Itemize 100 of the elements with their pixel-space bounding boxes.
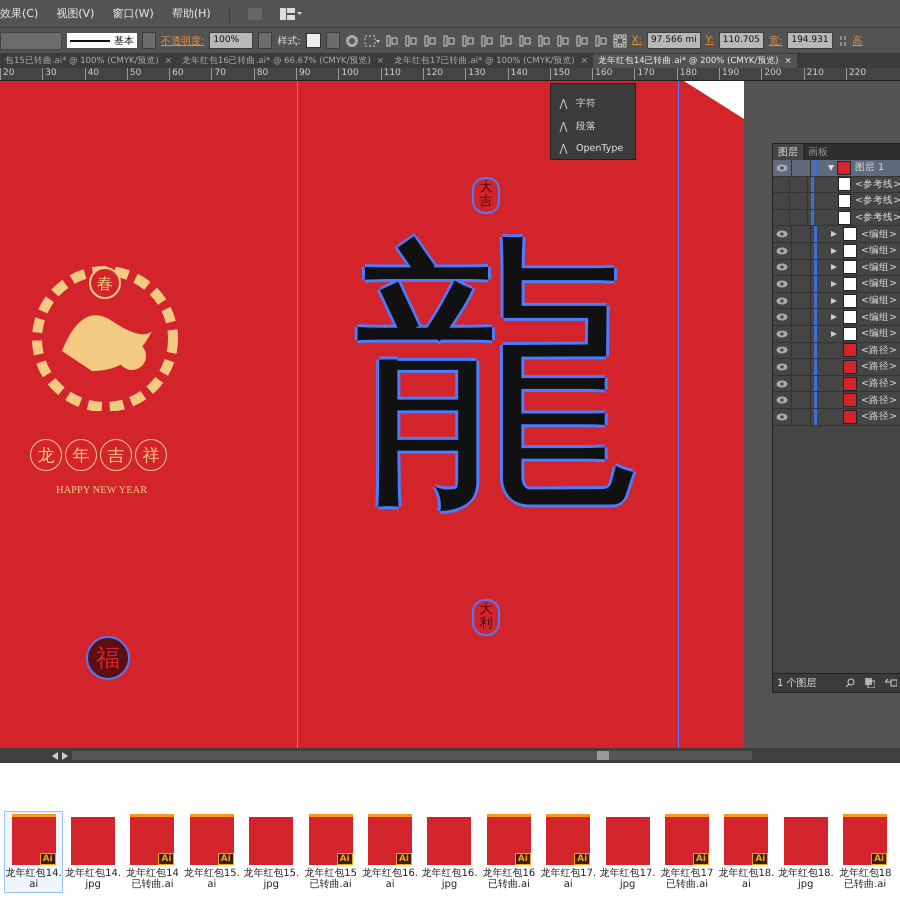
eye-icon[interactable] [776,230,788,238]
scrollbar-thumb[interactable] [597,751,609,760]
width-field[interactable]: 194.931 [787,32,833,49]
close-icon[interactable]: × [580,56,588,66]
layer-row[interactable]: <路径> [773,408,900,426]
collapsed-arrow-icon[interactable] [831,330,837,337]
layer-row[interactable]: <路径> [773,359,900,376]
file-item[interactable]: Ai 龙年红包17.ai [538,811,598,893]
style-swatch[interactable] [306,33,321,48]
scroll-right-icon[interactable] [62,752,68,760]
layer-row[interactable]: <路径> [773,342,900,360]
align-icon[interactable] [384,34,399,48]
workspace-layout-icon[interactable] [280,8,302,20]
document-tab[interactable]: 龙年红包14已转曲.ai* @ 200% (CMYK/预览) × [592,54,797,68]
seal-text: 大吉 [472,177,500,214]
x-field[interactable]: 97.566 mi [646,32,701,49]
file-item[interactable]: Ai 龙年红包14.ai [4,811,64,893]
layer-row[interactable]: <编组> [773,242,900,260]
align-icon[interactable] [518,34,532,48]
align-icon[interactable] [422,34,437,48]
file-item[interactable]: Ai 龙年红包16已转曲.ai [479,811,539,893]
align-icon[interactable] [556,34,570,48]
close-icon[interactable]: × [376,56,384,66]
file-item[interactable]: 龙年红包18.jpg [776,811,836,893]
menu-item[interactable]: 效果(C) [0,6,38,21]
file-item[interactable]: Ai 龙年红包14已转曲.ai [122,811,182,893]
align-icon[interactable] [594,34,608,48]
collapsed-arrow-icon[interactable] [831,280,837,287]
eye-icon[interactable] [776,246,788,255]
new-layer-icon[interactable] [865,678,875,688]
layer-row[interactable]: <参考线> [773,210,900,226]
layer-row[interactable]: <路径> [773,376,900,392]
ruler-label: 150 [550,68,592,80]
layer-row[interactable]: <编组> [773,260,900,276]
file-item[interactable]: 龙年红包15.jpg [242,811,301,893]
eye-icon[interactable] [776,313,788,322]
layer-row[interactable]: <编组> [773,292,900,310]
eye-icon[interactable] [776,280,788,288]
eye-icon[interactable] [776,164,788,172]
y-field[interactable]: 110.705 [718,32,764,49]
layer-row[interactable]: <路径> [773,392,900,409]
layer-row[interactable]: 图层 1 [773,160,900,177]
close-icon[interactable]: × [164,56,172,66]
file-item[interactable]: 龙年红包14.jpg [63,811,123,893]
menu-item[interactable]: 视图(V) [56,6,94,21]
panel-tab[interactable]: 图层 [773,144,803,160]
opacity-field[interactable]: 100% [209,32,254,49]
globe-icon[interactable] [344,34,359,48]
collapsed-arrow-icon[interactable] [831,264,837,270]
corner-cut [684,81,744,119]
file-item[interactable]: Ai 龙年红包18.ai [716,811,776,893]
eye-icon[interactable] [776,330,788,338]
align-icon[interactable] [404,34,418,48]
collapsed-arrow-icon[interactable] [831,231,837,238]
align-icon[interactable] [498,34,513,48]
eye-icon[interactable] [776,396,788,404]
reference-point-icon[interactable] [612,34,627,48]
fill-swatch[interactable] [0,32,62,50]
stroke-style-field[interactable]: 基本 [67,33,137,48]
layer-row[interactable]: <编组> [773,276,900,293]
menu-item[interactable]: 帮助(H) [172,6,211,21]
close-icon[interactable]: × [784,56,792,66]
align-icon[interactable] [536,34,551,48]
search-icon[interactable] [845,678,855,688]
layer-row[interactable]: <编组> [773,326,900,343]
file-item[interactable]: Ai 龙年红包16.ai [360,811,420,893]
eye-icon[interactable] [776,362,788,371]
collapsed-arrow-icon[interactable] [831,314,837,320]
align-icon[interactable] [574,34,589,48]
eye-icon[interactable] [776,346,788,354]
file-item[interactable]: Ai 龙年红包15已转曲.ai [300,811,360,893]
eye-icon[interactable] [776,263,788,272]
expanded-arrow-icon[interactable] [828,164,834,171]
align-icon[interactable] [480,34,494,48]
file-item[interactable]: Ai 龙年红包15.ai [182,811,242,893]
menu-item[interactable]: 窗口(W) [112,6,154,21]
layer-row[interactable]: <参考线> [773,193,900,210]
collapsed-arrow-icon[interactable] [831,298,837,304]
link-icon[interactable] [838,34,848,48]
layer-row[interactable]: <参考线> [773,176,900,194]
layer-row[interactable]: <编组> [773,226,900,243]
panel-menu-item[interactable]: 段落 [551,115,635,138]
align-icon[interactable] [460,34,475,48]
eye-icon[interactable] [776,296,788,305]
file-item[interactable]: 龙年红包16.jpg [420,811,480,893]
scroll-left-icon[interactable] [52,752,58,760]
layer-thumbnail [843,410,857,424]
file-item[interactable]: 龙年红包17.jpg [598,811,658,893]
file-item[interactable]: Ai 龙年红包17已转曲.ai [657,811,717,893]
panel-menu-item[interactable]: OpenType [551,138,635,159]
collapsed-arrow-icon[interactable] [831,248,837,254]
selection-icon[interactable] [364,34,380,48]
layer-row[interactable]: <编组> [773,309,900,326]
align-icon[interactable] [442,34,456,48]
eye-icon[interactable] [776,412,788,421]
panel-menu-item[interactable]: 字符 [551,92,635,115]
file-type-badge: Ai [514,853,531,865]
eye-icon[interactable] [776,380,788,388]
file-item[interactable]: Ai 龙年红包18已转曲.ai [835,811,895,893]
layer-thumbnail [843,244,857,258]
